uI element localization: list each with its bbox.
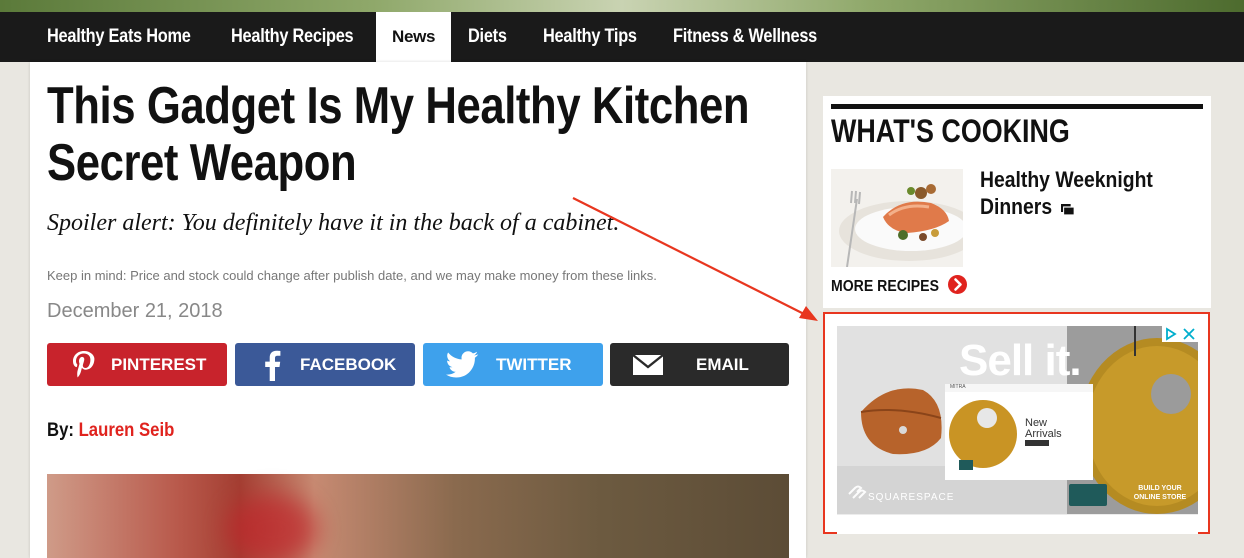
top-banner-image: [0, 0, 1244, 12]
facebook-icon: [263, 343, 281, 386]
envelope-icon: [632, 343, 664, 386]
ad-cta: BUILD YOUR ONLINE STORE: [1133, 485, 1187, 501]
nav-item-news[interactable]: News: [376, 12, 452, 62]
email-share-button[interactable]: EMAIL: [610, 343, 789, 386]
twitter-icon: [445, 343, 479, 386]
close-icon[interactable]: [1180, 326, 1198, 342]
more-recipes-link[interactable]: MORE RECIPES: [831, 275, 967, 299]
facebook-share-button[interactable]: FACEBOOK: [235, 343, 415, 386]
ad-mock-brand: MITRA: [950, 384, 966, 390]
more-recipes-label: MORE RECIPES: [831, 278, 939, 295]
affiliate-disclaimer: Keep in mind: Price and stock could chan…: [47, 268, 657, 283]
chevron-right-circle-icon: [947, 275, 967, 299]
email-label: EMAIL: [696, 355, 749, 374]
ad-brand: SQUARESPACE: [868, 492, 955, 503]
nav-item-healthy-eats-home[interactable]: Healthy Eats Home: [47, 12, 191, 62]
byline: By: Lauren Seib: [47, 420, 174, 442]
recipe-thumbnail[interactable]: [831, 169, 963, 267]
squarespace-ad[interactable]: Sell it. MITRA New Arrivals SQUARESPACE …: [837, 326, 1198, 514]
adchoices-icon[interactable]: [1162, 326, 1180, 342]
main-nav: Healthy Eats Home Healthy Recipes News D…: [0, 12, 1244, 62]
nav-item-healthy-tips[interactable]: Healthy Tips: [543, 12, 637, 62]
byline-prefix: By:: [47, 420, 74, 441]
nav-item-fitness-wellness[interactable]: Fitness & Wellness: [673, 12, 817, 62]
pinterest-share-button[interactable]: PINTEREST: [47, 343, 227, 386]
hero-image: [47, 474, 789, 558]
author-link[interactable]: Lauren Seib: [79, 420, 175, 441]
twitter-label: TWITTER: [496, 355, 572, 374]
ad-mock-text: New Arrivals: [1025, 417, 1062, 440]
pinterest-icon: [71, 343, 97, 386]
sidebar-divider: [831, 104, 1203, 109]
sidebar-title: WHAT'S COOKING: [831, 113, 1070, 149]
pinterest-label: PINTEREST: [111, 355, 207, 374]
nav-item-diets[interactable]: Diets: [468, 12, 507, 62]
ad-headline: Sell it.: [959, 336, 1082, 385]
facebook-label: FACEBOOK: [300, 355, 397, 374]
twitter-share-button[interactable]: TWITTER: [423, 343, 603, 386]
nav-item-healthy-recipes[interactable]: Healthy Recipes: [231, 12, 354, 62]
article-subhead: Spoiler alert: You definitely have it in…: [47, 210, 620, 236]
recipe-link[interactable]: Healthy Weeknight Dinners: [980, 166, 1174, 222]
publish-date: December 21, 2018: [47, 300, 223, 322]
ad-footer-strip: [837, 514, 1198, 534]
gallery-icon: [1061, 195, 1075, 222]
article-headline: This Gadget Is My Healthy Kitchen Secret…: [47, 77, 750, 192]
